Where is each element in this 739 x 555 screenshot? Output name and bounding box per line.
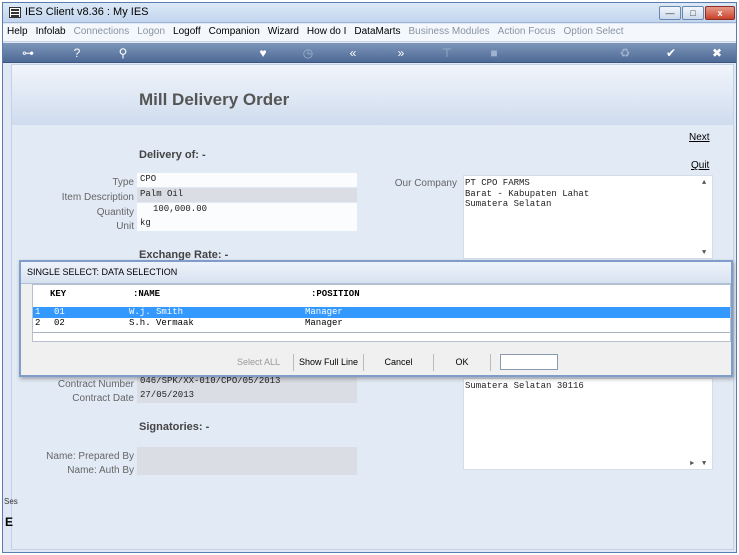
unit-label: Unit bbox=[116, 221, 134, 232]
ok-icon[interactable]: ✔ bbox=[663, 45, 679, 61]
form-header: Mill Delivery Order bbox=[12, 65, 733, 125]
type-field[interactable]: CPO bbox=[137, 173, 357, 187]
grid-divider bbox=[33, 332, 730, 333]
table-row[interactable]: 1 01 W.j. Smith Manager bbox=[33, 307, 730, 318]
scroll-up-icon[interactable]: ▲ bbox=[702, 178, 706, 189]
menu-item-logoff[interactable]: Logoff bbox=[169, 24, 205, 37]
app-icon bbox=[9, 7, 21, 18]
menu-item-connections[interactable]: Connections bbox=[70, 24, 134, 37]
menu-item-datamarts[interactable]: DataMarts bbox=[350, 24, 404, 37]
quantity-field[interactable]: 100,000.00 bbox=[137, 203, 357, 217]
company-line: PT CPO FARMS bbox=[465, 178, 530, 188]
side-icon: E bbox=[5, 515, 14, 529]
menu-item-option-select[interactable]: Option Select bbox=[559, 24, 627, 37]
signatories-heading: Signatories: - bbox=[139, 421, 210, 433]
key-icon[interactable]: ⊶ bbox=[17, 45, 39, 61]
forward-icon[interactable]: » bbox=[393, 45, 409, 61]
menu-item-wizard[interactable]: Wizard bbox=[264, 24, 303, 37]
cancel-button[interactable]: Cancel bbox=[364, 354, 434, 371]
stop-icon[interactable]: ■ bbox=[486, 45, 502, 61]
prepared-by-label: Name: Prepared By bbox=[46, 451, 134, 462]
menu-item-business-modules[interactable]: Business Modules bbox=[405, 24, 494, 37]
column-header-name[interactable]: :NAME bbox=[133, 289, 160, 299]
row-position: Manager bbox=[305, 318, 343, 328]
column-header-position[interactable]: :POSITION bbox=[311, 289, 360, 299]
menu-item-companion[interactable]: Companion bbox=[205, 24, 264, 37]
help-icon[interactable]: ? bbox=[69, 45, 85, 61]
side-caption: Ses bbox=[4, 497, 18, 506]
close-button[interactable]: x bbox=[705, 6, 735, 20]
recycle-icon[interactable]: ♻ bbox=[617, 45, 633, 61]
contract-date-label: Contract Date bbox=[72, 393, 134, 404]
unit-field[interactable]: kg bbox=[137, 217, 357, 231]
page-title: Mill Delivery Order bbox=[139, 90, 290, 109]
contract-number-label: Contract Number bbox=[57, 379, 134, 390]
menu-item-help[interactable]: Help bbox=[3, 24, 32, 37]
title-bar[interactable]: IES Client v8.36 : My IES — □ x bbox=[3, 3, 736, 23]
row-key: 02 bbox=[54, 318, 65, 328]
toolbar: ⊶ ? ⚲ ♥ ◷ « » ⊤ ■ ♻ ✔ ✖ bbox=[3, 43, 736, 63]
data-selection-dialog: SINGLE SELECT: DATA SELECTION KEY :NAME … bbox=[19, 260, 733, 377]
select-all-button[interactable]: Select ALL bbox=[224, 354, 294, 371]
row-position: Manager bbox=[305, 307, 343, 317]
column-header-key[interactable]: KEY bbox=[50, 289, 66, 299]
back-icon[interactable]: « bbox=[345, 45, 361, 61]
quantity-label: Quantity bbox=[96, 207, 134, 218]
scroll-right-icon[interactable]: ► bbox=[690, 459, 694, 470]
row-key: 01 bbox=[54, 307, 65, 317]
company-line: Barat - Kabupaten Lahat bbox=[465, 188, 590, 199]
address-line: Sumatera Selatan 30116 bbox=[465, 381, 584, 391]
clock-icon[interactable]: ◷ bbox=[300, 45, 316, 61]
menu-item-logon[interactable]: Logon bbox=[133, 24, 169, 37]
menu-item-infolab[interactable]: Infolab bbox=[32, 24, 70, 37]
window-title: IES Client v8.36 : My IES bbox=[25, 6, 149, 18]
close-icon[interactable]: ✖ bbox=[709, 45, 725, 61]
show-full-line-button[interactable]: Show Full Line bbox=[294, 354, 364, 371]
item-description-field[interactable]: Palm Oil bbox=[137, 188, 357, 202]
row-name: W.j. Smith bbox=[129, 307, 184, 317]
delivery-heading: Delivery of: - bbox=[139, 149, 206, 161]
ok-button[interactable]: OK bbox=[434, 354, 491, 371]
address-field[interactable]: Sumatera Selatan 30116 ▼ ► bbox=[463, 378, 713, 470]
menu-bar: Help Infolab Connections Logon Logoff Compani… bbox=[3, 24, 736, 42]
table-row[interactable]: 2 02 S.h. Vermaak Manager bbox=[33, 318, 730, 329]
prepared-by-field[interactable] bbox=[137, 447, 357, 461]
dialog-title: SINGLE SELECT: DATA SELECTION bbox=[21, 262, 731, 284]
scroll-down-icon[interactable]: ▼ bbox=[702, 248, 706, 259]
row-name: S.h. Vermaak bbox=[129, 318, 194, 328]
row-number: 2 bbox=[35, 318, 41, 328]
our-company-field[interactable]: PT CPO FARMS Barat - Kabupaten Lahat Sum… bbox=[463, 175, 713, 259]
company-line: Sumatera Selatan bbox=[465, 199, 552, 209]
row-number: 1 bbox=[35, 307, 41, 317]
scroll-down-icon[interactable]: ▼ bbox=[702, 459, 706, 470]
auth-by-label: Name: Auth By bbox=[67, 465, 134, 476]
maximize-button[interactable]: □ bbox=[682, 6, 704, 20]
contract-number-field[interactable]: 046/SPK/XX-010/CPO/05/2013 bbox=[137, 375, 357, 389]
item-description-label: Item Description bbox=[61, 192, 134, 203]
quit-link[interactable]: Quit bbox=[691, 160, 709, 171]
type-label: Type bbox=[112, 177, 134, 188]
menu-item-action-focus[interactable]: Action Focus bbox=[494, 24, 560, 37]
our-company-label: Our Company bbox=[394, 178, 457, 189]
selection-input[interactable] bbox=[500, 354, 558, 370]
pin-icon[interactable]: ⊤ bbox=[439, 45, 455, 61]
next-link[interactable]: Next bbox=[689, 132, 710, 143]
menu-item-how-do-i[interactable]: How do I bbox=[303, 24, 350, 37]
auth-by-field[interactable] bbox=[137, 461, 357, 475]
app-window: IES Client v8.36 : My IES — □ x Help Info… bbox=[2, 2, 737, 553]
heart-icon[interactable]: ♥ bbox=[255, 45, 271, 61]
selection-grid: KEY :NAME :POSITION 1 01 W.j. Smith Mana… bbox=[32, 284, 731, 342]
contract-date-field[interactable]: 27/05/2013 bbox=[137, 389, 357, 403]
search-icon[interactable]: ⚲ bbox=[115, 45, 131, 61]
minimize-button[interactable]: — bbox=[659, 6, 681, 20]
